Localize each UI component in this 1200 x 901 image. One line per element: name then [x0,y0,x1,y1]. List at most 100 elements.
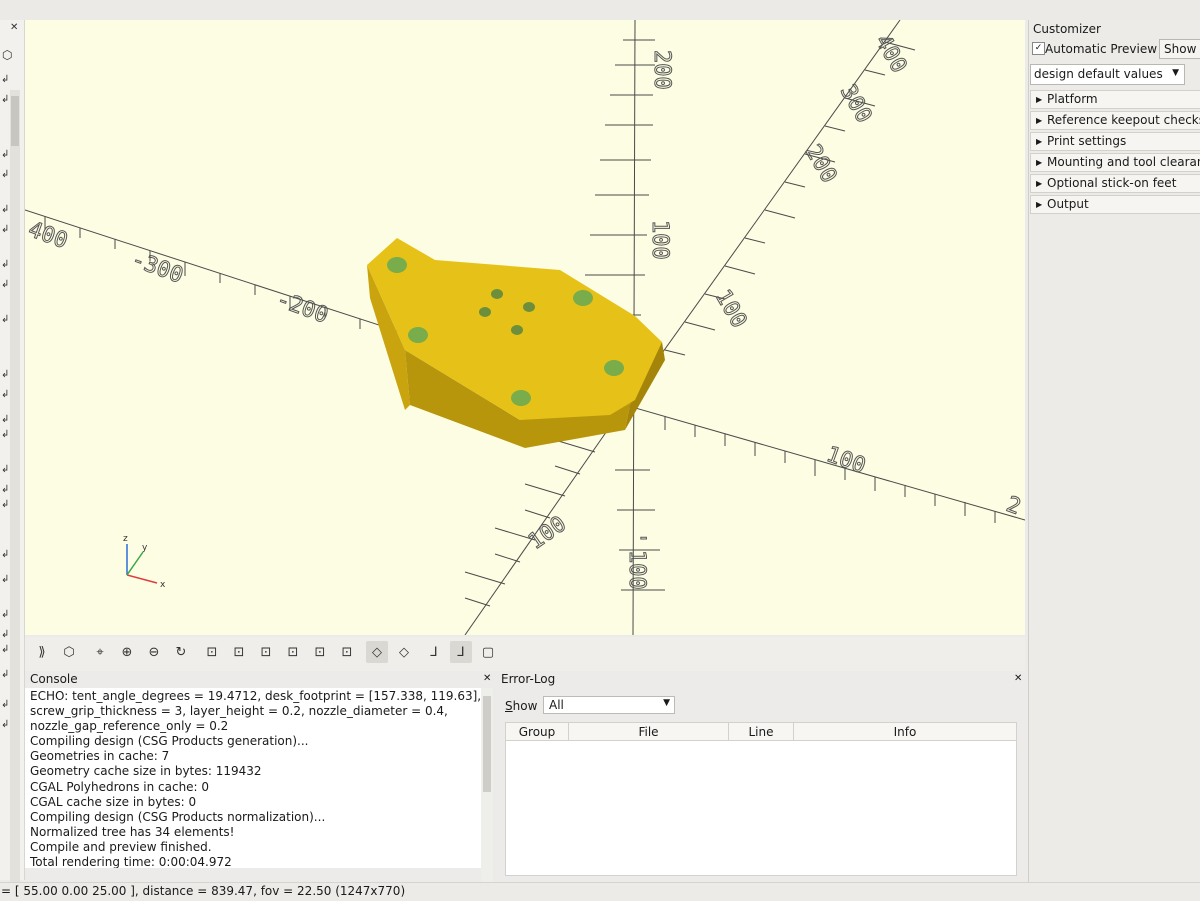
return-arrow-icon: ↲ [1,719,10,730]
automatic-preview-label: Automatic Preview [1045,42,1158,56]
column-header-file[interactable]: File [569,723,729,741]
console-line: Normalized tree has 34 elements! [30,824,235,839]
zoom-out-button[interactable]: ⊖ [143,641,165,663]
viewport-canvas[interactable]: 400 -300 -200 100 2 200 100 100 - 400 30… [25,20,1025,635]
return-arrow-icon: ↲ [1,224,10,235]
viewport-status-text: = [ 55.00 0.00 25.00 ], distance = 839.4… [1,884,406,898]
return-arrow-icon: ↲ [1,414,10,425]
customizer-section[interactable]: ▶ Mounting and tool clearance [1030,153,1200,172]
editor-scrollbar[interactable] [10,90,20,890]
axis-label: 100 [647,220,672,260]
console-panel: Console ✕ ECHO: tent_angle_degrees = 19.… [25,672,495,884]
axis-label: - [637,525,650,550]
error-log-table: Group File Line Info [505,722,1017,876]
axis-label: 100 [823,442,869,479]
close-icon[interactable]: ✕ [1014,673,1022,684]
console-line: Compile and preview finished. [30,839,212,854]
return-arrow-icon: ↲ [1,464,10,475]
view-bottom-button[interactable]: ⊡ [255,641,277,663]
mount-hole [408,327,428,343]
view-front-button[interactable]: ⊡ [309,641,331,663]
axis-label: 200 [800,141,842,188]
orthogonal-button[interactable]: ◇ [393,641,415,663]
screw-hole [511,325,523,335]
ticks-y-positive [664,41,916,356]
customizer-section[interactable]: ▶ Reference keepout checks [1030,111,1200,130]
axis-label: 200 [649,50,674,90]
show-axes-icon: ⅃ [430,644,438,660]
return-arrow-icon: ↲ [1,574,10,585]
customizer-section[interactable]: ▶ Output [1030,195,1200,214]
column-header-group[interactable]: Group [506,723,569,741]
show-edges-icon: ▢ [481,644,495,660]
status-bar: = [ 55.00 0.00 25.00 ], distance = 839.4… [0,882,1200,901]
orthogonal-icon: ◇ [399,644,409,660]
render-button[interactable]: ⟫ [31,641,53,663]
column-header-line[interactable]: Line [729,723,794,741]
scrollbar-thumb[interactable] [11,96,19,146]
customizer-section-label: Output [1047,197,1089,211]
axis-label: 100 [710,286,752,333]
view-left-button[interactable]: ⊡ [282,641,304,663]
error-log-title: Error-Log [501,672,556,686]
customizer-section[interactable]: ▶ Print settings [1030,132,1200,151]
view-right-button[interactable]: ⊡ [201,641,223,663]
chevron-right-icon: ▶ [1036,179,1043,188]
axis-label: 300 [835,81,877,128]
reset-view-button[interactable]: ↻ [170,641,192,663]
customizer-section-label: Optional stick-on feet [1047,176,1177,190]
show-filter-select[interactable]: All ▼ [543,696,675,714]
preset-select[interactable]: design default values ▼ [1030,64,1185,85]
console-line: CGAL cache size in bytes: 0 [30,794,197,809]
render-icon: ⟫ [38,644,46,660]
return-arrow-icon: ↲ [1,279,10,290]
window-top-strip [0,0,1200,20]
axis-label: 100 [624,550,649,590]
return-arrow-icon: ↲ [1,314,10,325]
return-arrow-icon: ↲ [1,609,10,620]
close-icon[interactable]: ✕ [483,673,491,684]
close-icon[interactable]: ✕ [10,22,18,33]
return-arrow-icon: ↲ [1,644,10,655]
chevron-right-icon: ▶ [1036,137,1043,146]
customizer-section-label: Mounting and tool clearance [1047,155,1200,169]
return-arrow-icon: ↲ [1,74,10,85]
ticks-x-positive [664,416,996,523]
return-arrow-icon: ↲ [1,259,10,270]
chevron-down-icon: ▼ [1172,68,1179,78]
cube-icon[interactable]: ⬡ [2,48,12,62]
console-line: Compiling design (CSG Products generatio… [30,734,309,749]
column-header-info[interactable]: Info [794,723,1016,741]
view-top-button[interactable]: ⊡ [228,641,250,663]
console-output[interactable]: ECHO: tent_angle_degrees = 19.4712, desk… [25,688,481,868]
return-arrow-icon: ↲ [1,149,10,160]
return-arrow-icon: ↲ [1,699,10,710]
show-scale-button[interactable]: ⅃ [450,641,472,663]
view-all-button[interactable]: ⌖ [89,641,111,663]
automatic-preview-checkbox[interactable]: ✓ [1032,42,1045,55]
show-details-button[interactable]: Show D [1159,39,1200,59]
mount-hole [573,290,593,306]
3d-viewport[interactable]: 400 -300 -200 100 2 200 100 100 - 400 30… [25,20,1025,635]
console-line: ECHO: tent_angle_degrees = 19.4712, desk… [30,689,481,703]
view-right-icon: ⊡ [206,644,218,660]
3d-model[interactable] [367,238,665,448]
perspective-button[interactable]: ◇ [366,641,388,663]
show-axes-button[interactable]: ⅃ [423,641,445,663]
show-edges-button[interactable]: ▢ [477,641,499,663]
preview-button[interactable]: ⬡ [58,641,80,663]
view-top-icon: ⊡ [233,644,245,660]
view-back-button[interactable]: ⊡ [336,641,358,663]
return-arrow-icon: ↲ [1,499,10,510]
axis-label: -200 [273,287,331,329]
preview-icon: ⬡ [63,644,75,660]
error-log-panel: Error-Log ✕ Show All ▼ Group File Line I… [496,672,1026,882]
customizer-section[interactable]: ▶ Platform [1030,90,1200,109]
zoom-in-button[interactable]: ⊕ [116,641,138,663]
axes-gizmo: z y x [123,534,166,590]
console-scrollbar[interactable] [481,688,493,884]
scrollbar-thumb[interactable] [483,696,491,792]
return-arrow-icon: ↲ [1,94,10,105]
mount-hole [604,360,624,376]
customizer-section[interactable]: ▶ Optional stick-on feet [1030,174,1200,193]
